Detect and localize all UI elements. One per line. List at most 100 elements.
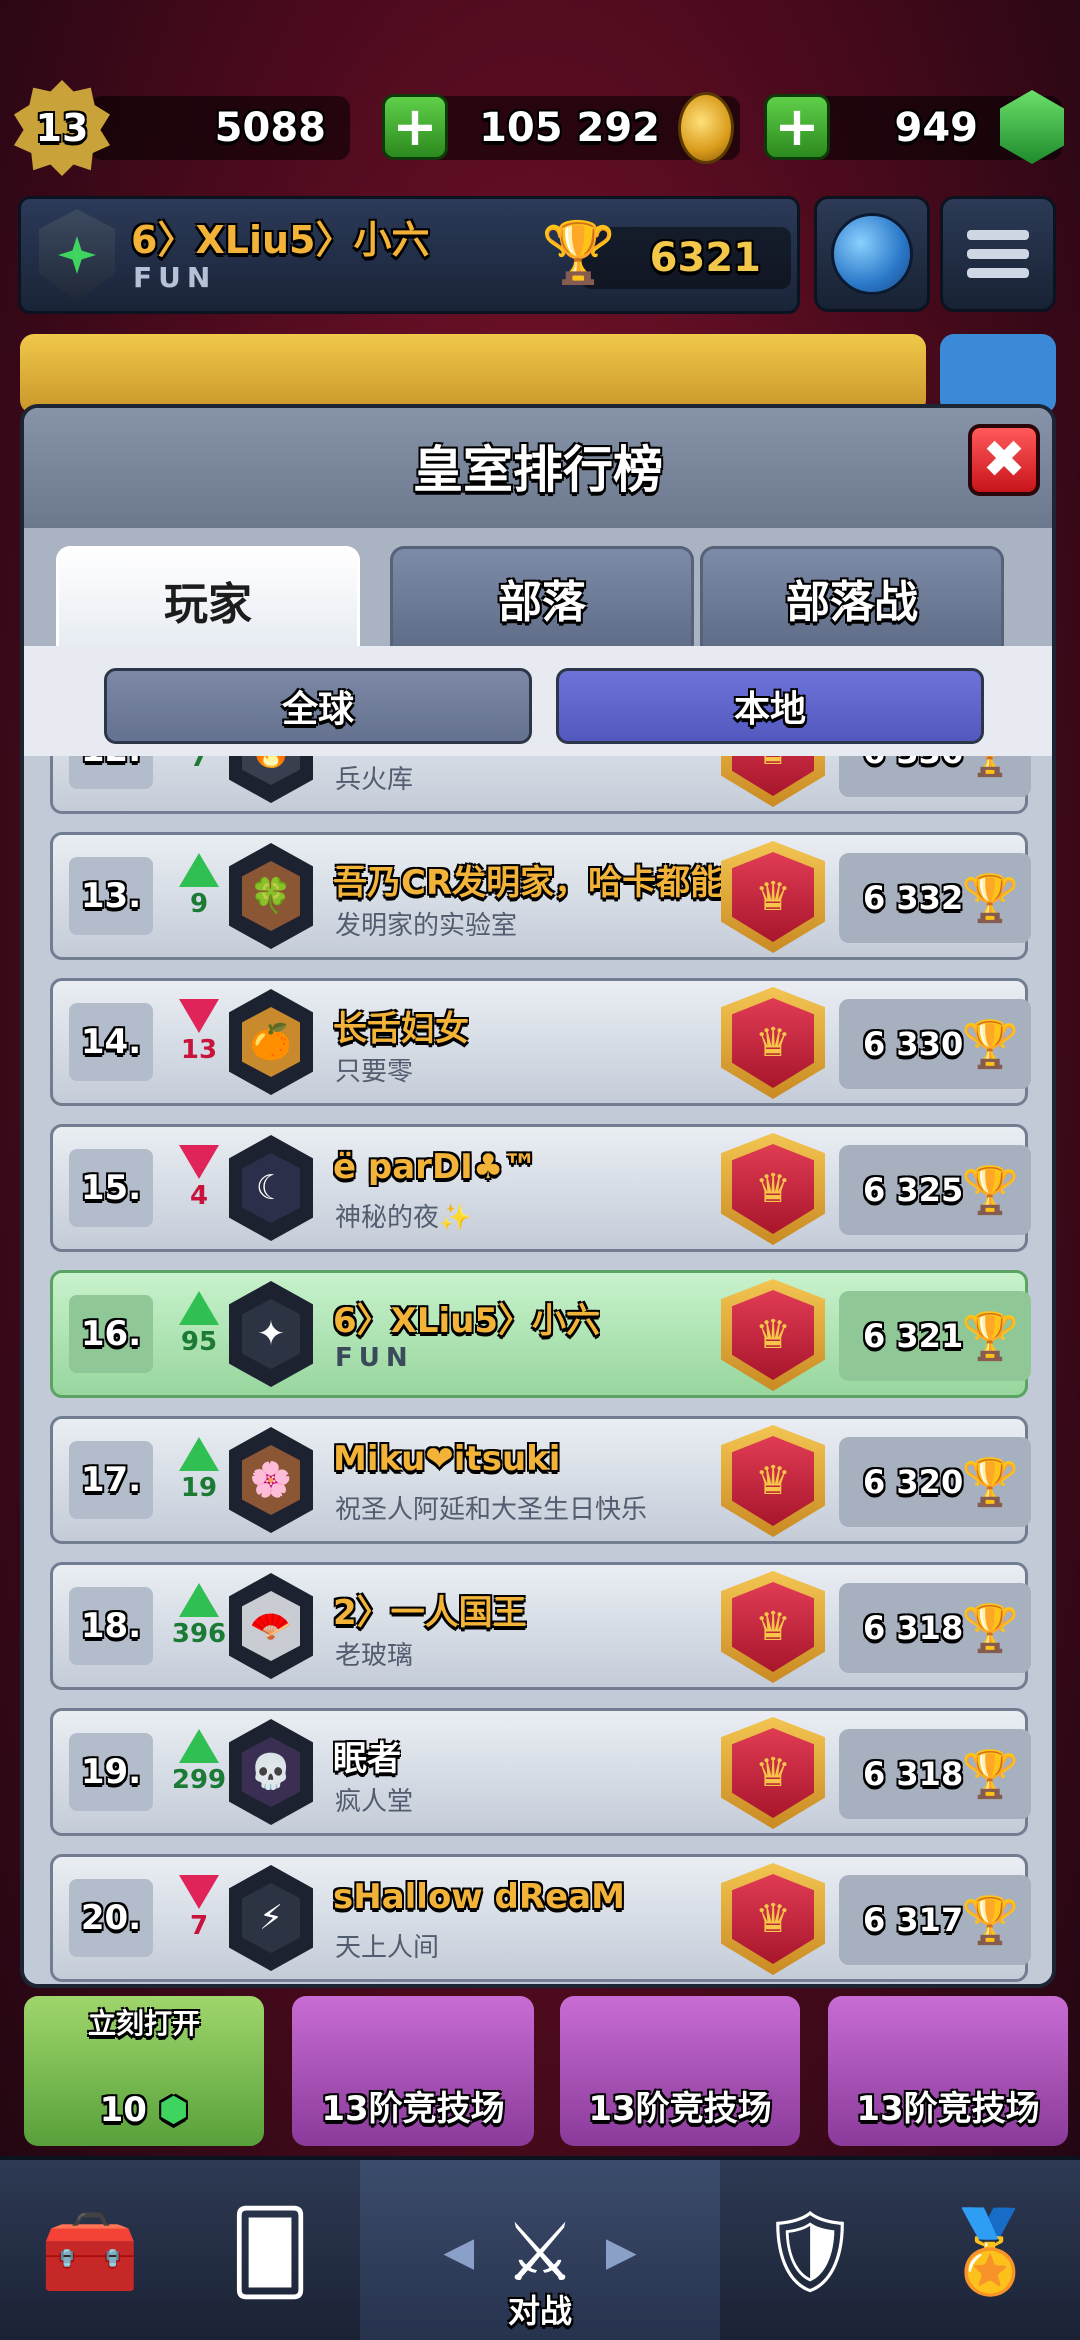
rank-change-value: 95 bbox=[180, 1327, 218, 1357]
rank-number: 12. bbox=[69, 756, 153, 789]
trophy-icon: 🏆 bbox=[961, 1017, 1019, 1071]
league-crown-icon: ♛ bbox=[721, 1133, 825, 1245]
nav-shop[interactable]: 🧰 bbox=[0, 2160, 180, 2340]
open-now-label: 立刻打开 bbox=[87, 2007, 200, 2040]
rank-change-value: 13 bbox=[180, 1035, 218, 1065]
rank-change: 396 bbox=[171, 1583, 227, 1649]
clan-badge-icon bbox=[39, 209, 115, 301]
rank-change: 19 bbox=[171, 1437, 227, 1503]
leaderboard-row[interactable]: 14. 13 🍊 长舌妇女 只要零 ♛ 6 330 🏆 bbox=[50, 978, 1031, 1106]
close-icon: ✖ bbox=[982, 430, 1026, 490]
league-crown-icon: ♛ bbox=[721, 987, 825, 1099]
trophy-icon: 🏆 bbox=[961, 1601, 1019, 1655]
player-clan: FUN bbox=[133, 261, 217, 294]
menu-button[interactable] bbox=[940, 196, 1056, 312]
chest-slot-3[interactable]: 13阶竞技场 bbox=[560, 1996, 800, 2146]
chest-slot-2[interactable]: 13阶竞技场 bbox=[292, 1996, 534, 2146]
leaderboard-row[interactable]: 13. 9 🍀 吾乃CR发明家，哈卡都能玩出花发明家的实验室 ♛6 332🏆 bbox=[50, 832, 1031, 960]
chest-arena-label: 13阶竞技场 bbox=[856, 2089, 1040, 2129]
nav-cards[interactable]: 🂠 bbox=[180, 2160, 360, 2340]
rank-change-value: 7 bbox=[189, 756, 209, 773]
clan-badge-emblem: 🔥 bbox=[242, 756, 300, 785]
nav-events[interactable]: 🏅 bbox=[900, 2160, 1080, 2340]
rank-change: 9 bbox=[171, 853, 227, 919]
player-name: Miku❤itsuki bbox=[333, 1439, 561, 1479]
chest-slot-4[interactable]: 13阶竞技场 bbox=[828, 1996, 1068, 2146]
chevron-left-icon: ◀ bbox=[443, 2229, 475, 2275]
trophy-icon: 🏆 bbox=[961, 1163, 1019, 1217]
league-crown-icon: ♛ bbox=[721, 1425, 825, 1537]
tab-clans[interactable]: 部落 bbox=[390, 546, 694, 646]
add-gems-button[interactable]: + bbox=[764, 94, 830, 160]
rank-change: 4 bbox=[171, 1145, 227, 1211]
rank-change: 299 bbox=[171, 1729, 227, 1795]
level-badge[interactable]: 13 bbox=[14, 80, 110, 176]
social-button[interactable] bbox=[814, 196, 930, 312]
player-name: 吾乃CR发明家，哈卡都能玩出花 bbox=[333, 863, 753, 903]
leaderboard-row[interactable]: 17. 19 🌸 Miku❤itsuki 祝圣人阿延和大圣生日快乐 ♛ 6 320 🏆 bbox=[50, 1416, 1031, 1544]
tab-players[interactable]: 玩家 bbox=[56, 546, 360, 650]
trophy-score: 6 318 🏆 bbox=[839, 1583, 1031, 1673]
leaderboard-row[interactable]: 19. 299 💀 眠者 疯人堂 ♛ 6 318 🏆 bbox=[50, 1708, 1031, 1836]
league-crown-icon: ♛ bbox=[721, 756, 825, 807]
clan-name: 兵火库 bbox=[335, 765, 414, 795]
trophy-score: 6 330 🏆 bbox=[839, 999, 1031, 1089]
clan-badge-icon: 🌸 bbox=[229, 1427, 313, 1533]
player-name: 6〉XLiu5〉小六 bbox=[333, 1301, 601, 1341]
leaderboard-row-self[interactable]: 16. 95 ✦ 6〉XLiu5〉小六 FUN ♛ 6 321 🏆 bbox=[50, 1270, 1031, 1398]
chest-slots: 立刻打开 10 ⬢ 13阶竞技场 13阶竞技场 13阶竞技场 bbox=[0, 1996, 1080, 2146]
leaderboard-list[interactable]: 12.7🔥pxz兵火库♛6 336🏆13.9🍀吾乃CR发明家，哈卡都能玩出花发明… bbox=[24, 756, 1052, 1984]
cards-icon: 🂠 bbox=[229, 2205, 311, 2299]
rank-up-arrow-icon bbox=[179, 1437, 219, 1471]
leaderboard-row[interactable]: 15. 4 ☾ ë parDI♣™ 神秘的夜✨ ♛ 6 325 🏆 bbox=[50, 1124, 1031, 1252]
rank-change-value: 4 bbox=[189, 1181, 209, 1211]
leaderboard-row[interactable]: 18. 396 🪭 2〉一人国王 老玻璃 ♛ 6 318 🏆 bbox=[50, 1562, 1031, 1690]
rank-change: 95 bbox=[171, 1291, 227, 1357]
player-name: 6〉XLiu5〉小六 bbox=[131, 218, 430, 262]
filter-global[interactable]: 全球 bbox=[104, 668, 532, 744]
clan-badge-emblem: ✦ bbox=[242, 1299, 300, 1369]
trophy-icon: 🏆 bbox=[961, 1747, 1019, 1801]
crossed-swords-icon: ⚔ bbox=[504, 2205, 576, 2299]
player-name: sHallow dReaM bbox=[333, 1877, 625, 1917]
rank-change-value: 299 bbox=[171, 1765, 227, 1795]
clan-badge-icon: ✦ bbox=[229, 1281, 313, 1387]
rank-number: 15. bbox=[69, 1149, 153, 1227]
league-crown-icon: ♛ bbox=[721, 1863, 825, 1975]
trophy-icon: 🏆 bbox=[962, 756, 1019, 780]
nav-clan[interactable]: 🛡 bbox=[720, 2160, 900, 2340]
add-gold-button[interactable]: + bbox=[382, 94, 448, 160]
clan-name: 祝圣人阿延和大圣生日快乐 bbox=[335, 1495, 648, 1525]
trophy-icon: 🏆 bbox=[961, 871, 1019, 925]
player-profile-bar[interactable]: 6〉XLiu5〉小六 FUN 6321 🏆 bbox=[18, 196, 800, 314]
filter-local[interactable]: 本地 bbox=[556, 668, 984, 744]
rank-change: 13 bbox=[171, 999, 227, 1065]
chest-arena-label: 13阶竞技场 bbox=[321, 2089, 505, 2129]
league-crown-icon: ♛ bbox=[721, 841, 825, 953]
trophy-icon: 🏆 bbox=[961, 1893, 1019, 1947]
trophy-score: 6 317 🏆 bbox=[839, 1875, 1031, 1965]
leaderboard-row[interactable]: 12.7🔥pxz兵火库♛6 336🏆 bbox=[50, 756, 1031, 814]
friends-tab bbox=[940, 334, 1056, 414]
rank-change-value: 9 bbox=[189, 889, 209, 919]
leaderboard-row[interactable]: 20. 7 ⚡ sHallow dReaM 天上人间 ♛ 6 317 🏆 bbox=[50, 1854, 1031, 1982]
tab-clan-wars[interactable]: 部落战 bbox=[700, 546, 1004, 646]
trophy-score: 6 320 🏆 bbox=[839, 1437, 1031, 1527]
rank-down-arrow-icon bbox=[179, 999, 219, 1033]
resource-bar: 5088 13 105 292 + 949 + bbox=[0, 80, 1080, 176]
nav-battle[interactable]: ◀ ⚔ ▶ 对战 bbox=[360, 2160, 720, 2340]
close-button[interactable]: ✖ bbox=[968, 424, 1040, 496]
trophy-icon: 🏆 bbox=[541, 218, 616, 288]
rank-change: 7 bbox=[171, 756, 227, 773]
rank-number: 14. bbox=[69, 1003, 153, 1081]
chest-slot-1[interactable]: 立刻打开 10 ⬢ bbox=[24, 1996, 264, 2146]
clan-name: FUN bbox=[335, 1343, 414, 1373]
clan-badge-emblem: 🌸 bbox=[242, 1445, 300, 1515]
pass-banner bbox=[20, 334, 926, 414]
clan-badge-emblem: 🪭 bbox=[242, 1591, 300, 1661]
clan-badge-emblem: 🍀 bbox=[242, 861, 300, 931]
clan-name: 疯人堂 bbox=[335, 1787, 414, 1817]
modal-title: 皇室排行榜 bbox=[413, 441, 663, 499]
clan-badge-icon: ☾ bbox=[229, 1135, 313, 1241]
rank-change-value: 19 bbox=[180, 1473, 218, 1503]
